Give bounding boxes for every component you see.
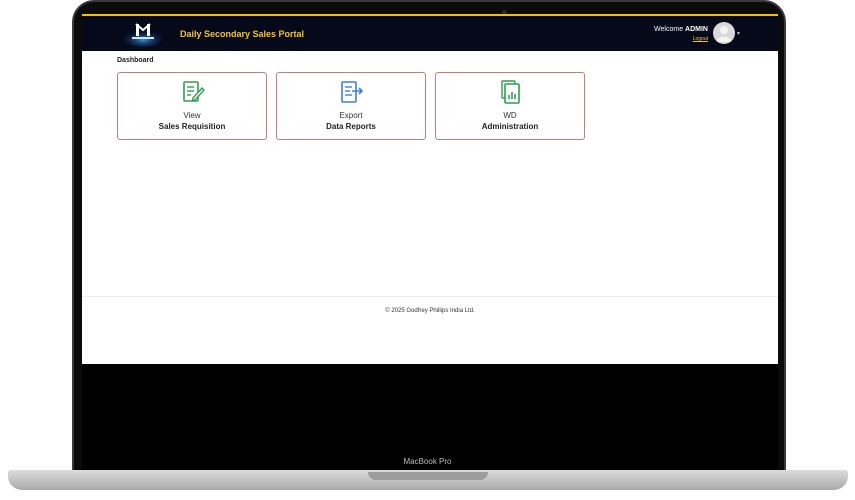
- laptop-frame: Daily Secondary Sales Portal Welcome ADM…: [0, 0, 855, 500]
- copyright-text: © 2025 Godfrey Phillips India Ltd.: [385, 308, 475, 314]
- welcome-text: Welcome ADMIN: [654, 26, 708, 33]
- screen: Daily Secondary Sales Portal Welcome ADM…: [82, 14, 778, 364]
- app-header: Daily Secondary Sales Portal Welcome ADM…: [82, 14, 778, 51]
- username: ADMIN: [685, 26, 708, 33]
- tile-line2: Sales Requisition: [158, 122, 226, 131]
- screen-bezel-bottom: [82, 364, 778, 472]
- edit-document-icon: [183, 81, 205, 102]
- page-title: Dashboard: [117, 57, 154, 64]
- logout-link[interactable]: Logout: [693, 36, 708, 42]
- report-document-icon: [501, 80, 520, 104]
- export-document-icon: [341, 81, 364, 103]
- tile-data-reports[interactable]: Export Data Reports: [276, 72, 426, 140]
- welcome-prefix: Welcome: [654, 26, 684, 33]
- portal-title: Daily Secondary Sales Portal: [180, 29, 305, 39]
- footer-divider: [82, 296, 778, 297]
- tile-administration[interactable]: WD Administration: [435, 72, 585, 140]
- tile-line1: WD: [503, 111, 517, 120]
- laptop-notch: [368, 472, 488, 480]
- device-label: MacBook Pro: [403, 457, 452, 466]
- tile-sales-requisition[interactable]: View Sales Requisition: [117, 72, 267, 140]
- user-icon: [716, 26, 732, 42]
- tile-line1: Export: [339, 111, 363, 120]
- chevron-down-icon[interactable]: ▾: [737, 30, 740, 37]
- company-logo: [123, 23, 163, 47]
- avatar[interactable]: [713, 22, 735, 44]
- tile-line1: View: [183, 111, 201, 120]
- tile-line2: Data Reports: [326, 122, 376, 131]
- tile-line2: Administration: [481, 122, 539, 131]
